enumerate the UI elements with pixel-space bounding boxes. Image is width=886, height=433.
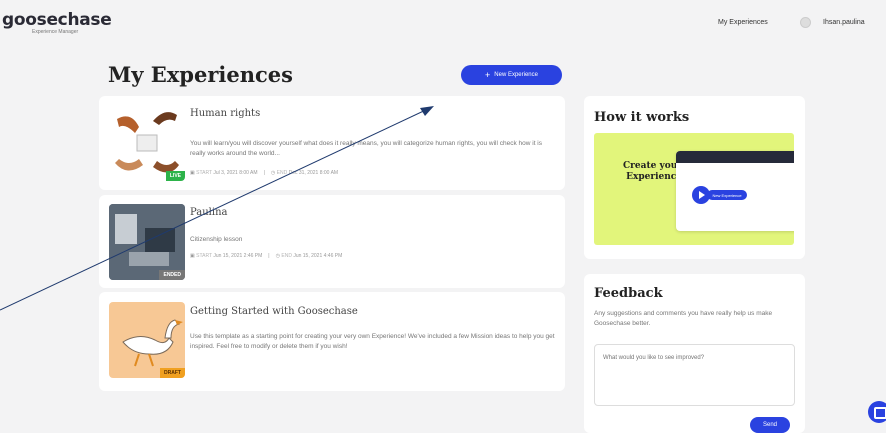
new-experience-pill: New Experience xyxy=(707,190,747,200)
experience-description: Citizenship lesson xyxy=(190,236,243,243)
status-badge: LIVE xyxy=(165,171,185,181)
hands-illustration xyxy=(115,112,179,173)
user-menu[interactable]: Ihsan.paulina xyxy=(823,19,865,26)
start-date: ▣ START Jul 3, 2021 8:00 AM xyxy=(190,170,258,176)
date-divider: | xyxy=(268,253,270,259)
feedback-card: Feedback Any suggestions and comments yo… xyxy=(584,274,805,433)
page-title: My Experiences xyxy=(108,62,293,87)
how-it-works-card: How it works Create your Experience New … xyxy=(584,96,805,259)
end-date: ◷ END Jun 15, 2021 4:46 PM xyxy=(275,253,343,259)
feedback-description: Any suggestions and comments you have re… xyxy=(594,310,773,327)
experience-title[interactable]: Human rights xyxy=(190,108,260,119)
experience-dates: ▣ START Jun 15, 2021 2:46 PM | ◷ END Jun… xyxy=(190,253,342,259)
experience-card[interactable]: ENDED Paulina Citizenship lesson ▣ START… xyxy=(99,195,565,288)
logo-subtitle: Experience Manager xyxy=(32,29,79,35)
send-button[interactable]: Send xyxy=(750,417,790,433)
goose-illustration xyxy=(122,319,183,367)
app-logo[interactable]: goosechase xyxy=(2,10,112,30)
how-it-works-title: How it works xyxy=(594,110,690,125)
experience-description: Use this template as a starting point fo… xyxy=(190,333,555,350)
clock-icon: ◷ xyxy=(270,170,276,176)
experience-description: You will learn/you will discover yoursel… xyxy=(190,140,542,157)
experience-card[interactable]: DRAFT Getting Started with Goosechase Us… xyxy=(99,292,565,391)
nav-my-experiences[interactable]: My Experiences xyxy=(718,19,768,26)
start-date: ▣ START Jun 15, 2021 2:46 PM xyxy=(190,253,263,259)
experience-thumbnail: DRAFT xyxy=(109,302,185,378)
experience-thumbnail: LIVE xyxy=(109,105,185,181)
new-experience-button[interactable]: + New Experience xyxy=(461,65,562,85)
experience-thumbnail: ENDED xyxy=(109,204,185,280)
calendar-icon: ▣ xyxy=(190,253,195,259)
top-bar: goosechase Experience Manager My Experie… xyxy=(0,0,886,46)
new-experience-label: New Experience xyxy=(494,72,538,78)
plus-icon: + xyxy=(485,69,491,80)
status-badge: ENDED xyxy=(159,270,185,280)
feedback-title: Feedback xyxy=(594,286,663,301)
clock-icon: ◷ xyxy=(275,253,280,259)
end-date: ◷ END Dec 31, 2021 8:00 AM xyxy=(270,170,339,176)
date-divider: | xyxy=(263,170,265,176)
chat-icon[interactable] xyxy=(868,401,886,423)
experience-card[interactable]: LIVE Human rights You will learn/you wil… xyxy=(99,96,565,190)
feedback-input[interactable] xyxy=(594,344,795,406)
experience-dates: ▣ START Jul 3, 2021 8:00 AM | ◷ END Dec … xyxy=(190,170,338,176)
window-titlebar xyxy=(676,151,794,163)
experience-title[interactable]: Paulina xyxy=(190,207,227,218)
how-it-works-video[interactable]: Create your Experience New Experience xyxy=(594,133,794,245)
classroom-photo xyxy=(109,204,185,280)
experience-title[interactable]: Getting Started with Goosechase xyxy=(190,306,358,317)
avatar[interactable] xyxy=(800,17,811,28)
how-it-works-caption: Create your Experience xyxy=(623,161,682,182)
calendar-icon: ▣ xyxy=(190,170,195,176)
status-badge: DRAFT xyxy=(160,368,185,378)
